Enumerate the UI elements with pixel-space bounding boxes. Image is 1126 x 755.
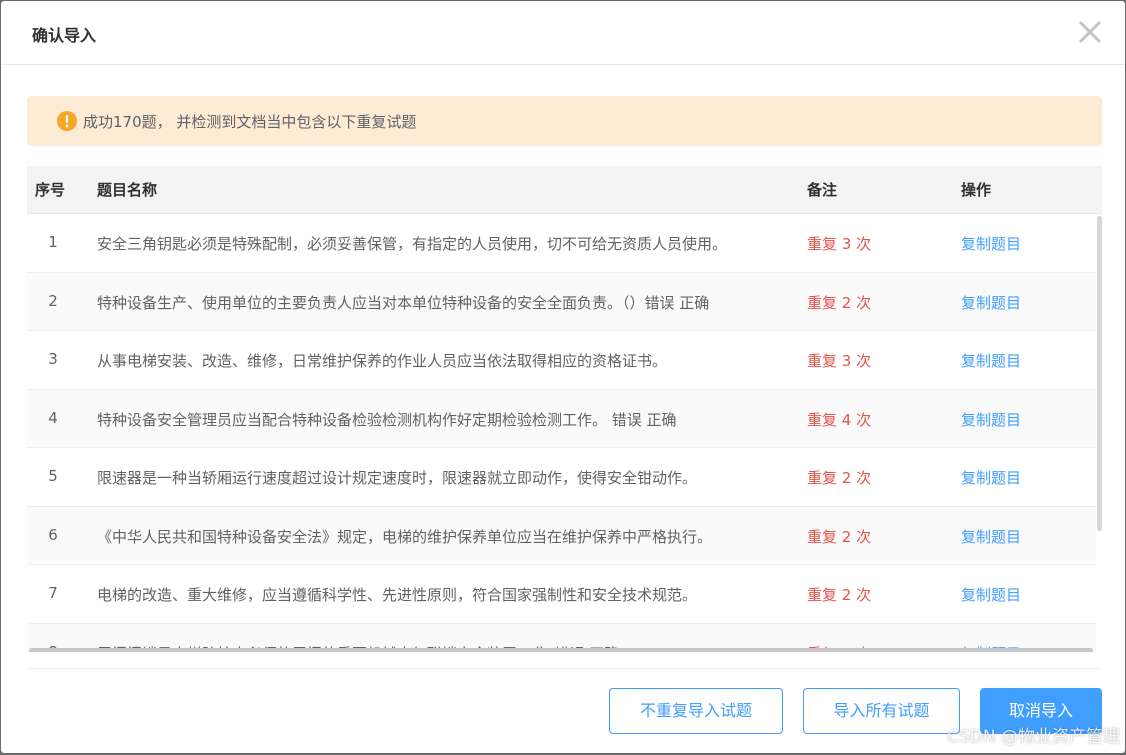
table-row: 6 《中华人民共和国特种设备安全法》规定，电梯的维护保养单位应当在维护保养中严格… [27,506,1096,565]
warning-circle-icon [57,111,77,131]
row-question-name: 电梯的改造、重大维修，应当遵循科学性、先进性原则，符合国家强制性和安全技术规范。 [97,586,698,604]
dialog-header: 确认导入 [1,1,1125,65]
row-duplicate-note: 重复 2 次 [807,586,872,604]
copy-question-link[interactable]: 复制题目 [961,526,1021,547]
row-index: 6 [48,525,58,544]
table-row: 5 限速器是一种当轿厢运行速度超过设计规定速度时，限速器就立即动作，使得安全钳动… [27,448,1096,507]
import-all-button[interactable]: 导入所有试题 [803,688,960,734]
row-index: 3 [48,350,58,368]
header-op: 操作 [961,181,992,199]
row-duplicate-note: 重复 2 次 [807,293,872,312]
row-duplicate-note: 重复 3 次 [807,352,872,370]
row-question-name: 《中华人民共和国特种设备安全法》规定，电梯的维护保养单位应当在维护保养中严格执行… [97,527,713,546]
row-index: 5 [48,467,58,485]
row-question-name: 安全三角钥匙必须是特殊配制，必须妥善保管，有指定的人员使用，切不可给无资质人员使… [97,235,728,253]
table-row: 3 从事电梯安装、改造、维修，日常维护保养的作业人员应当依法取得相应的资格证书。… [27,331,1096,390]
row-question-name: 从事电梯安装、改造、维修，日常维护保养的作业人员应当依法取得相应的资格证书。 [97,352,668,370]
header-note: 备注 [807,181,838,199]
row-index: 2 [48,291,58,310]
table-row: 2 特种设备生产、使用单位的主要负责人应当对本单位特种设备的安全全面负责。（）错… [27,272,1096,331]
row-index: 1 [48,233,58,251]
horizontal-scrollbar[interactable] [29,648,1093,652]
table-body[interactable]: 1 安全三角钥匙必须是特殊配制，必须妥善保管，有指定的人员使用，切不可给无资质人… [27,214,1096,652]
table-row: 7 电梯的改造、重大维修，应当遵循科学性、先进性原则，符合国家强制性和安全技术规… [27,565,1096,624]
copy-question-link[interactable]: 复制题目 [961,409,1021,430]
close-icon[interactable] [1077,19,1103,45]
confirm-import-dialog: 确认导入 成功170题， 并检测到文档当中包含以下重复试题 序号 题目名称 备注… [1,1,1125,753]
footer-divider [27,668,1102,669]
row-duplicate-note: 重复 2 次 [807,527,872,546]
no-duplicate-import-button[interactable]: 不重复导入试题 [609,688,783,734]
row-question-name: 特种设备生产、使用单位的主要负责人应当对本单位特种设备的安全全面负责。（）错误 … [97,293,710,312]
alert-message: 成功170题， 并检测到文档当中包含以下重复试题 [83,113,417,131]
copy-question-link[interactable]: 复制题目 [961,350,1021,371]
row-duplicate-note: 重复 4 次 [807,410,872,429]
copy-question-link[interactable]: 复制题目 [961,584,1021,605]
duplicate-questions-table: 序号 题目名称 备注 操作 1 安全三角钥匙必须是特殊配制，必须妥善保管，有指定… [27,166,1102,652]
table-row: 4 特种设备安全管理员应当配合特种设备检验检测机构作好定期检验检测工作。 错误 … [27,389,1096,448]
watermark: CSDN @物业资产管理 [947,727,1120,747]
header-name: 题目名称 [97,181,158,199]
row-question-name: 限速器是一种当轿厢运行速度超过设计规定速度时，限速器就立即动作，使得安全钳动作。 [97,469,698,487]
dialog-title: 确认导入 [32,26,97,45]
import-result-alert: 成功170题， 并检测到文档当中包含以下重复试题 [27,96,1102,146]
header-index: 序号 [35,181,66,199]
table-row: 1 安全三角钥匙必须是特殊配制，必须妥善保管，有指定的人员使用，切不可给无资质人… [27,214,1096,273]
row-index: 4 [48,408,58,427]
vertical-scrollbar[interactable] [1097,216,1102,531]
row-index: 7 [48,584,58,602]
row-duplicate-note: 重复 3 次 [807,235,872,253]
table-header: 序号 题目名称 备注 操作 [27,166,1102,214]
row-duplicate-note: 重复 2 次 [807,469,872,487]
copy-question-link[interactable]: 复制题目 [961,292,1021,313]
copy-question-link[interactable]: 复制题目 [961,467,1021,488]
copy-question-link[interactable]: 复制题目 [961,233,1021,254]
row-question-name: 特种设备安全管理员应当配合特种设备检验检测机构作好定期检验检测工作。 错误 正确 [97,410,677,429]
